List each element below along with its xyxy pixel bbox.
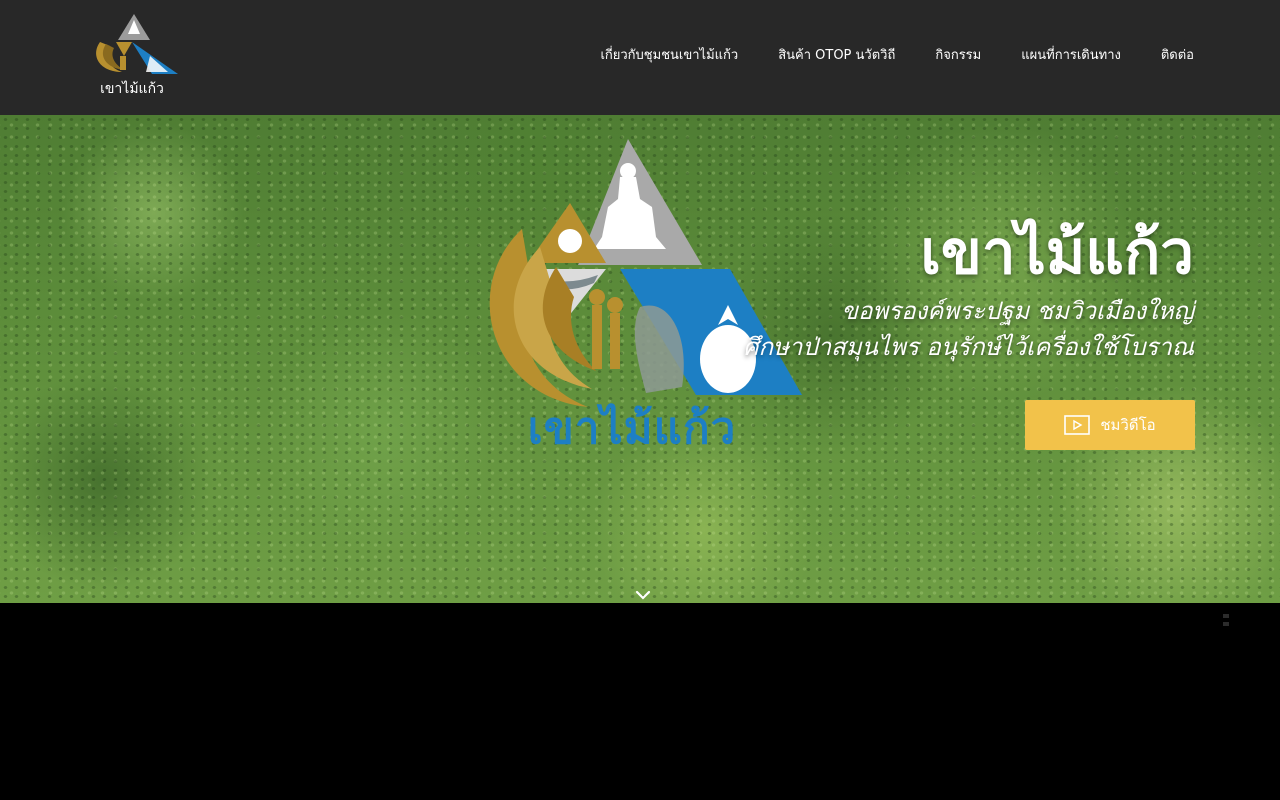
nav-activities[interactable]: กิจกรรม	[935, 40, 981, 69]
watch-video-label: ชมวิดีโอ	[1100, 416, 1156, 434]
site-header: เขาไม้แก้ว เกี่ยวกับชุมชนเขาไม้แก้ว สินค…	[0, 0, 1280, 115]
nav-contact[interactable]: ติดต่อ	[1161, 40, 1194, 69]
side-marker-icon	[1220, 612, 1232, 630]
nav-travel-map[interactable]: แผนที่การเดินทาง	[1021, 40, 1121, 69]
play-icon	[1064, 415, 1091, 435]
emblem-logo-icon	[96, 14, 178, 74]
watch-video-button[interactable]: ชมวิดีโอ	[1025, 400, 1195, 450]
hero-subtitle-line2: ศึกษาป่าสมุนไพร อนุรักษ์ไว้เครื่องใช้โบร…	[743, 333, 1194, 361]
hero-section: เขาไม้แก้ว เขาไม้แก้ว ขอพรองค์พระปฐม ชมว…	[0, 115, 1280, 603]
hero-title: เขาไม้แก้ว	[920, 218, 1194, 288]
logo-text: เขาไม้แก้ว	[100, 81, 164, 97]
chevron-down-icon[interactable]	[634, 589, 652, 601]
nav-about[interactable]: เกี่ยวกับชุมชนเขาไม้แก้ว	[600, 40, 738, 69]
site-logo[interactable]: เขาไม้แก้ว	[88, 12, 180, 100]
hero-subtitle-line1: ขอพรองค์พระปฐม ชมวิวเมืองใหญ่	[841, 297, 1194, 325]
emblem-title: เขาไม้แก้ว	[527, 403, 737, 454]
main-nav: เกี่ยวกับชุมชนเขาไม้แก้ว สินค้า OTOP นวั…	[560, 40, 1194, 69]
nav-otop-products[interactable]: สินค้า OTOP นวัตวิถี	[778, 40, 895, 69]
